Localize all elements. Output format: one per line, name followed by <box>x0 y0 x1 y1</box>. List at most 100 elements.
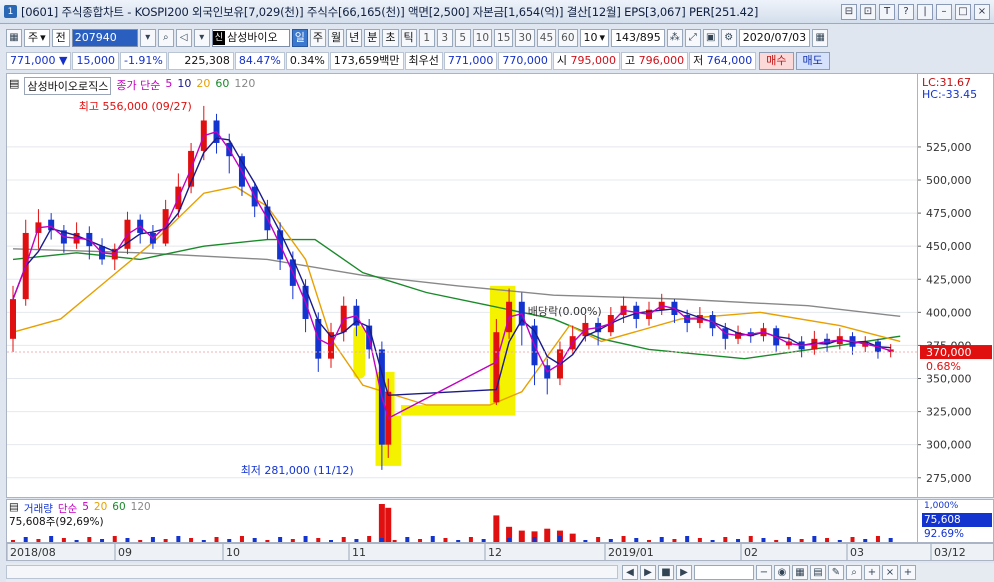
play-icon[interactable]: ▶ <box>640 565 656 580</box>
market-select[interactable]: 주 ▾ <box>24 29 50 47</box>
interval-3[interactable]: 3 <box>436 29 453 47</box>
pin-icon[interactable]: | <box>917 4 933 20</box>
sell-button[interactable]: 매도 <box>795 52 830 70</box>
price-legend: ▤ 삼성바이오로직스 종가 단순 5 10 20 60 120 <box>9 77 256 95</box>
volume-chart-panel[interactable]: ▤ 거래량 단순 5 20 60 120 75,608주(92,69%) <box>6 499 918 543</box>
next-icon[interactable]: ▶ <box>676 565 692 580</box>
y-tick-label: 275,000 <box>926 472 972 485</box>
speaker-icon[interactable]: ◁ <box>175 29 192 47</box>
zoom-slider[interactable] <box>694 565 754 580</box>
minimize-button[interactable]: – <box>936 4 952 20</box>
hc-label: HC:-33.45 <box>922 88 977 101</box>
volume-bar <box>329 540 333 542</box>
x-axis: 2018/08 09 10 11 12 2019/01 02 03 03/12 <box>6 543 994 561</box>
period-weekly[interactable]: 주 <box>309 29 327 47</box>
search-icon[interactable]: ⌕ <box>846 565 862 580</box>
zoom-out-icon[interactable]: − <box>756 565 772 580</box>
volume-value: 225,308 <box>167 52 234 70</box>
tool-icon[interactable]: ✎ <box>828 565 844 580</box>
save-icon[interactable]: ▣ <box>702 29 719 47</box>
tile-icon[interactable]: ⊟ <box>841 4 857 20</box>
price-chart-panel[interactable]: 최고 556,000 (09/27) 최저 281,000 (11/12) 배당락(… <box>6 73 918 498</box>
text-icon[interactable]: T <box>879 4 895 20</box>
remove-icon[interactable]: × <box>882 565 898 580</box>
y-tick-label: 525,000 <box>926 141 972 154</box>
volume-bar <box>163 539 168 542</box>
volume-bar <box>519 540 524 542</box>
x-tick-label: 03 <box>850 546 864 559</box>
volume-bar <box>316 538 321 542</box>
period-monthly[interactable]: 월 <box>328 29 345 47</box>
current-price-pct: 0.68% <box>926 360 961 373</box>
camera-icon[interactable]: ◉ <box>774 565 790 580</box>
interval-10[interactable]: 10 <box>472 29 493 47</box>
price-change: 15,000 <box>72 52 119 70</box>
volume-bar <box>774 540 779 542</box>
layout-icon[interactable]: ⊡ <box>860 4 876 20</box>
period-yearly[interactable]: 년 <box>346 29 363 47</box>
stop-icon[interactable]: ■ <box>658 565 674 580</box>
zoom-in-icon[interactable]: + <box>864 565 880 580</box>
period-daily[interactable]: 일 <box>291 29 308 47</box>
period-tick[interactable]: 틱 <box>400 29 417 47</box>
volume-bar <box>545 539 550 542</box>
chevron-down-icon: ▾ <box>599 31 606 44</box>
dropdown-icon[interactable]: ▾ <box>139 29 156 47</box>
volume-bar <box>367 536 372 542</box>
horizontal-scrollbar[interactable] <box>6 565 618 579</box>
price-chart[interactable]: 최고 556,000 (09/27) 최저 281,000 (11/12) 배당락(… <box>7 74 917 497</box>
volume-bar <box>875 536 880 542</box>
help-icon[interactable]: ? <box>898 4 914 20</box>
interval-select[interactable]: 10 ▾ <box>579 29 610 47</box>
count-field[interactable]: 143/895 <box>611 29 665 47</box>
volume-bar <box>583 540 588 542</box>
volume-bar <box>710 540 715 542</box>
turnover-rate: 0.34% <box>285 52 329 70</box>
prev-icon[interactable]: ◀ <box>622 565 638 580</box>
stock-code-input[interactable]: 207940 <box>71 29 138 47</box>
buy-button[interactable]: 매수 <box>759 52 794 70</box>
settings-grid-icon[interactable]: ⁂ <box>666 29 683 47</box>
volume-bar <box>265 540 270 542</box>
close-button[interactable]: × <box>974 4 990 20</box>
volume-bar <box>481 539 486 542</box>
high-label: 고 <box>625 54 636 67</box>
period-minute[interactable]: 분 <box>364 29 381 47</box>
stock-name-field[interactable]: 신 삼성바이오 <box>211 29 290 47</box>
x-tick-label: 12 <box>488 546 502 559</box>
x-tick-label: 09 <box>118 546 132 559</box>
search-icon[interactable]: ⌕ <box>157 29 174 47</box>
add-icon[interactable]: + <box>900 565 916 580</box>
draw-tool-icon[interactable]: ⤢ <box>684 29 701 47</box>
volume-bar <box>227 539 232 542</box>
interval-45[interactable]: 45 <box>536 29 557 47</box>
price-y-axis: LC:31.67 HC:-33.45 525,000 500,000 475,000 45… <box>918 73 994 498</box>
layout-icon[interactable]: ▤ <box>810 565 826 580</box>
maximize-button[interactable]: □ <box>955 4 971 20</box>
volume-bar <box>150 537 155 542</box>
candle-body <box>10 299 16 339</box>
chevron-down-icon[interactable]: ▾ <box>193 29 210 47</box>
volume-bar <box>303 536 308 542</box>
grid-menu-icon[interactable]: ▦ <box>6 29 22 47</box>
interval-30[interactable]: 30 <box>515 29 535 47</box>
interval-60[interactable]: 60 <box>558 29 578 47</box>
interval-5[interactable]: 5 <box>454 29 471 47</box>
volume-bar <box>786 537 791 542</box>
market-select-value: 주 <box>28 31 39 44</box>
prev-button[interactable]: 전 <box>51 29 70 47</box>
gear-icon[interactable]: ⚙ <box>720 29 737 47</box>
vol-scale-label: 1,000% <box>924 501 959 511</box>
volume-bar <box>74 540 79 542</box>
volume-bar <box>761 538 766 542</box>
grid-icon[interactable]: ▦ <box>792 565 808 580</box>
calendar-icon[interactable]: ▦ <box>812 29 829 47</box>
interval-15[interactable]: 15 <box>494 29 514 47</box>
volume-bar <box>138 540 143 542</box>
interval-1[interactable]: 1 <box>418 29 435 47</box>
y-tick-label: 350,000 <box>926 373 972 386</box>
volume-bar <box>697 538 702 542</box>
volume-bar <box>252 538 257 542</box>
date-input[interactable]: 2020/07/03 <box>738 29 811 47</box>
period-second[interactable]: 초 <box>382 29 399 47</box>
